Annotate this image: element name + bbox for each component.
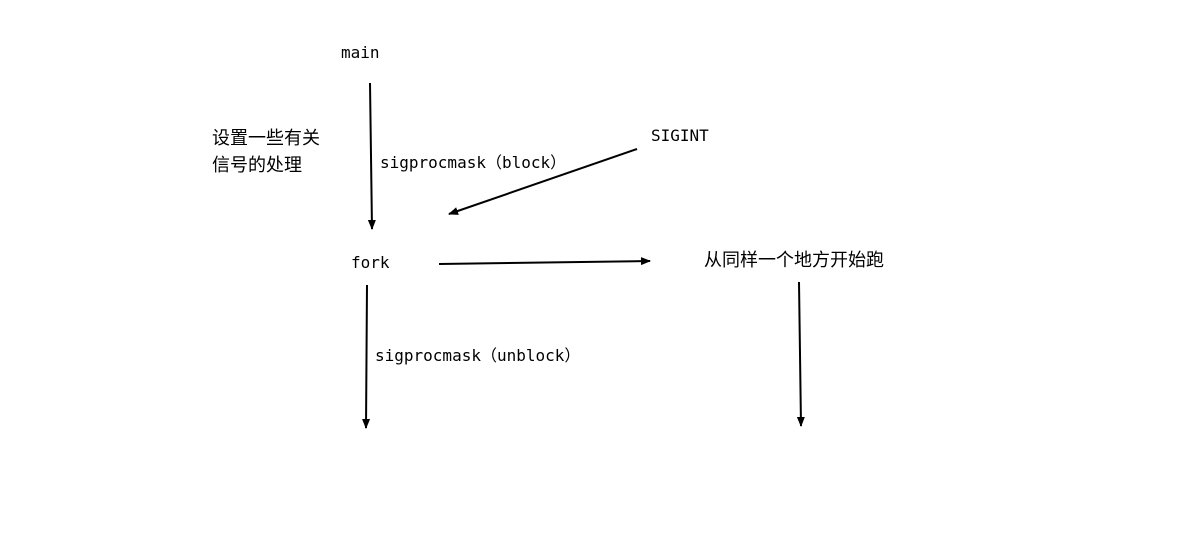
child-start-label: 从同样一个地方开始跑 [704,250,884,271]
signal-setup-note-line-2: 信号的处理 [212,155,302,176]
arrow-fork-to-child [438,257,651,266]
signal-setup-note: 设置一些有关 信号的处理 [212,125,320,179]
arrows-layer [362,82,805,429]
arrow-main-to-fork [367,82,376,230]
sigprocmask-block-label: sigprocmask（block） [380,153,567,172]
sigprocmask-unblock-label: sigprocmask（unblock） [375,346,581,365]
arrow-child-down [796,281,805,427]
arrow-parent-down [362,284,371,429]
signal-setup-note-line-1: 设置一些有关 [212,128,320,149]
sigint-label: SIGINT [651,126,709,145]
diagram-canvas: main 设置一些有关 信号的处理 sigprocmask（block） SIG… [0,0,1195,553]
fork-label: fork [351,253,390,272]
main-label: main [341,43,380,62]
